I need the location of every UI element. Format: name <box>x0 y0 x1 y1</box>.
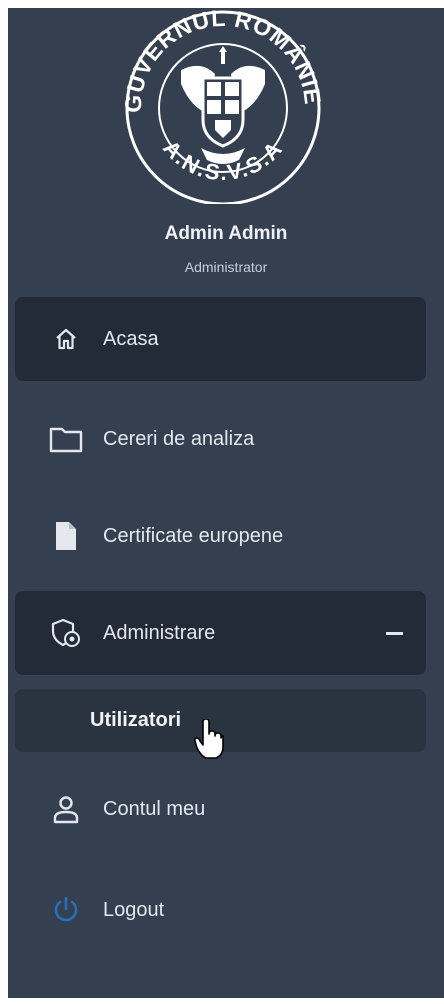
ansvsa-logo: GUVERNUL ROMÂNIEI A.N.S.V.S.A <box>111 8 325 204</box>
nav-item-label: Certificate europene <box>103 524 284 547</box>
user-name: Admin Admin <box>164 223 288 244</box>
nav-item-contul-meu[interactable]: Contul meu <box>15 767 426 851</box>
nav-item-cereri-de-analiza[interactable]: Cereri de analiza <box>15 397 426 481</box>
hand-cursor-icon <box>194 719 224 759</box>
nav-item-label: Contul meu <box>103 797 206 820</box>
power-icon <box>49 893 83 927</box>
user-icon <box>49 792 83 826</box>
nav-item-logout[interactable]: Logout <box>15 868 426 952</box>
nav-item-label: Cereri de analiza <box>103 427 255 450</box>
home-icon <box>49 322 83 356</box>
minus-icon[interactable] <box>386 632 403 635</box>
nav-item-label: Acasa <box>103 327 159 350</box>
submenu-item-label: Utilizatori <box>90 709 182 731</box>
shield-gear-icon <box>49 616 83 650</box>
user-role: Administrator <box>184 259 268 275</box>
sidebar: GUVERNUL ROMÂNIEI A.N.S.V.S.A Admin Admi… <box>8 8 444 998</box>
nav-item-label: Administrare <box>103 621 216 644</box>
nav-item-home[interactable]: Acasa <box>15 297 426 381</box>
nav-item-certificate-europene[interactable]: Certificate europene <box>15 494 426 578</box>
document-icon <box>49 519 83 553</box>
nav-item-label: Logout <box>103 898 165 921</box>
nav-item-administrare[interactable]: Administrare <box>15 591 426 675</box>
folder-icon <box>49 422 83 456</box>
